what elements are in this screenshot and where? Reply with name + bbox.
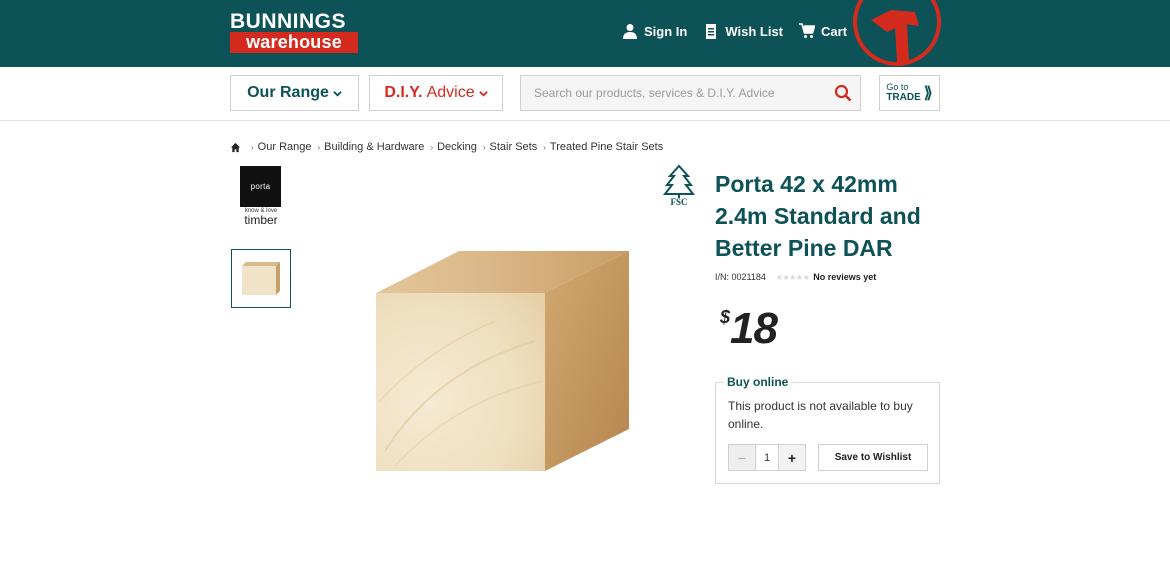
breadcrumb-separator-icon: › — [482, 142, 486, 152]
clipboard-icon — [706, 24, 717, 39]
not-available-message: This product is not available to buy onl… — [728, 399, 913, 431]
hammer-logo-icon[interactable] — [853, 0, 941, 66]
navigation-bar: Our Range D.I.Y. Advice Go to TRADE ⟫ — [0, 67, 1170, 121]
sign-in-link[interactable]: Sign In — [622, 22, 687, 40]
breadcrumb-stair-sets[interactable]: › Stair Sets — [483, 141, 537, 153]
fsc-logo-icon: FSC — [662, 164, 696, 206]
quantity-input[interactable] — [755, 445, 779, 470]
logo-top-text: BUNNINGS — [230, 10, 347, 33]
cart-icon — [799, 23, 816, 38]
breadcrumb-building-hardware[interactable]: › Building & Hardware — [317, 141, 424, 153]
breadcrumb-separator-icon: › — [430, 142, 434, 152]
breadcrumb-separator-icon: › — [543, 142, 546, 152]
wish-list-link[interactable]: Wish List — [703, 22, 783, 40]
brand-logo-box: porta — [240, 166, 281, 207]
brand-name: porta — [250, 182, 271, 191]
product-title: Porta 42 x 42mm 2.4m Standard and Better… — [715, 171, 921, 261]
sign-in-label: Sign In — [644, 23, 688, 39]
user-icon — [623, 24, 637, 39]
home-icon[interactable] — [230, 142, 241, 153]
cart-label: Cart — [821, 23, 848, 39]
brand-word: timber — [244, 213, 278, 227]
bunnings-warehouse-logo[interactable]: BUNNINGS warehouse — [230, 11, 358, 53]
product-meta: I/N: 0021184 ★★★★★ No reviews yet — [715, 272, 876, 282]
rating-stars-icon: ★★★★★ — [775, 272, 810, 282]
site-header: BUNNINGS warehouse Sign In Wish List Car… — [0, 0, 1170, 67]
trade-line1: Go to — [886, 82, 909, 92]
cart-link[interactable]: Cart — [799, 22, 847, 40]
chevron-down-icon — [333, 90, 342, 97]
go-to-trade-button[interactable]: Go to TRADE ⟫ — [879, 75, 940, 111]
item-number: I/N: 0021184 — [715, 272, 766, 282]
fsc-text: FSC — [670, 197, 687, 206]
brand-logo[interactable]: porta know & love timber — [240, 166, 282, 228]
product-main-image — [376, 251, 629, 471]
product-thumbnail[interactable] — [231, 249, 291, 308]
breadcrumb-separator-icon: › — [251, 142, 254, 152]
our-range-label: Our Range — [247, 84, 329, 101]
breadcrumb-label: Building & Hardware — [324, 141, 425, 153]
trade-line2: TRADE — [886, 92, 921, 103]
search-input[interactable] — [521, 76, 821, 110]
decrease-quantity-button[interactable]: − — [729, 445, 755, 470]
timber-thumbnail-image — [242, 262, 280, 295]
wish-list-label: Wish List — [725, 23, 784, 39]
breadcrumb-our-range[interactable]: › Our Range — [251, 141, 311, 153]
header-links: Sign In Wish List Cart — [622, 22, 847, 40]
diy-label: D.I.Y. — [384, 84, 423, 101]
logo-bottom-text: warehouse — [230, 32, 358, 53]
breadcrumb-label: Stair Sets — [489, 141, 538, 153]
search-box — [520, 75, 861, 111]
breadcrumb-label: Our Range — [257, 141, 312, 153]
save-to-wishlist-button[interactable]: Save to Wishlist — [818, 444, 928, 471]
quantity-stepper: − + — [728, 444, 806, 471]
breadcrumb-decking[interactable]: › Decking — [430, 141, 476, 153]
search-icon[interactable] — [834, 84, 852, 102]
reviews-link[interactable]: No reviews yet — [813, 272, 876, 282]
increase-quantity-button[interactable]: + — [779, 445, 805, 470]
breadcrumb-label: Decking — [437, 141, 477, 153]
breadcrumb-treated-pine-stair-sets[interactable]: › Treated Pine Stair Sets — [543, 141, 663, 153]
our-range-dropdown[interactable]: Our Range — [230, 75, 359, 111]
double-chevron-right-icon: ⟫ — [923, 85, 933, 102]
advice-label: Advice — [426, 84, 475, 101]
diy-advice-dropdown[interactable]: D.I.Y. Advice — [369, 75, 503, 111]
chevron-down-icon — [478, 90, 488, 97]
breadcrumb: › Our Range › Building & Hardware › Decking… — [230, 141, 663, 153]
breadcrumb-label: Treated Pine Stair Sets — [549, 141, 664, 153]
buy-online-heading: Buy online — [724, 375, 792, 389]
price-currency: $ — [720, 307, 731, 327]
price-amount: 18 — [730, 304, 778, 353]
product-price: $18 — [720, 304, 778, 353]
breadcrumb-separator-icon: › — [317, 142, 321, 152]
